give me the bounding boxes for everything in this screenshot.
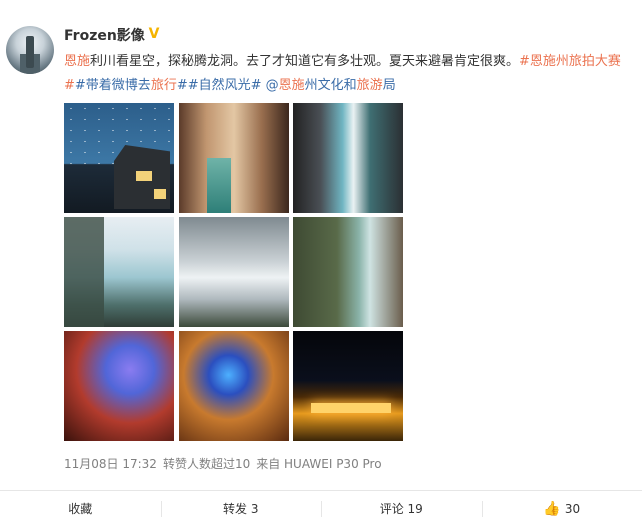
hashtag-weibo-travel-a[interactable]: #带着微博去 xyxy=(75,78,151,93)
favorite-button[interactable]: 收藏 xyxy=(0,491,161,530)
image-grid xyxy=(64,103,404,441)
lit-window xyxy=(136,171,152,181)
cave-water xyxy=(207,158,231,213)
text-body: 利川看星空，探秘腾龙洞。去了才知道它有多壮观。夏天来避暑肯定很爽。 xyxy=(90,54,520,69)
post-source: 来自 HUAWEI P30 Pro xyxy=(256,457,382,471)
text-location-link[interactable]: 恩施 xyxy=(64,54,90,69)
cave-stream-photo[interactable] xyxy=(179,103,289,213)
verified-badge-icon: V xyxy=(148,26,160,42)
colorful-cave-photo[interactable] xyxy=(64,331,174,441)
repost-label: 转发 3 xyxy=(223,502,259,516)
username-link[interactable]: Frozen影像 xyxy=(64,25,145,45)
post-meta: 11月08日 17:32 转赞人数超过10 来自 HUAWEI P30 Pro xyxy=(64,455,388,472)
favorite-label: 收藏 xyxy=(68,502,93,516)
hashtag-nature-mention[interactable]: ##自然风光# @ xyxy=(177,78,279,93)
weibo-post-card: Frozen影像 V 恩施利川看星空，探秘腾龙洞。去了才知道它有多壮观。夏天来避… xyxy=(0,0,642,530)
lit-window xyxy=(154,189,166,199)
mention-bureau[interactable]: 局 xyxy=(383,78,396,93)
mention-culture[interactable]: 州文化和 xyxy=(305,78,357,93)
comment-button[interactable]: 评论 19 xyxy=(321,491,482,530)
stage-lights xyxy=(311,403,391,413)
canyon-river-photo[interactable] xyxy=(293,103,403,213)
lit-cave-photo[interactable] xyxy=(179,331,289,441)
post-date-link[interactable]: 11月08日 17:32 xyxy=(64,457,157,471)
cloud-sea-photo[interactable] xyxy=(179,217,289,327)
action-bar: 收藏 转发 3 评论 19 👍 30 xyxy=(0,491,642,530)
like-count: 30 xyxy=(564,502,581,516)
thumbs-up-icon: 👍 xyxy=(543,501,561,517)
like-button[interactable]: 👍 30 xyxy=(481,491,642,530)
mention-tourism[interactable]: 旅游 xyxy=(357,78,383,93)
post-text: 恩施利川看星空，探秘腾龙洞。去了才知道它有多壮观。夏天来避暑肯定很爽。#恩施州旅… xyxy=(64,50,634,98)
hashtag-weibo-travel-b[interactable]: 旅行 xyxy=(151,78,177,93)
mention-enshi[interactable]: 恩施 xyxy=(279,78,305,93)
waterfall-rock xyxy=(64,217,104,327)
waterfall-photo[interactable] xyxy=(64,217,174,327)
repost-button[interactable]: 转发 3 xyxy=(160,491,322,530)
comment-label: 评论 19 xyxy=(379,502,423,516)
avatar-tower xyxy=(26,36,34,68)
gorge-river-photo[interactable] xyxy=(293,217,403,327)
user-avatar[interactable] xyxy=(6,26,54,74)
night-performance-photo[interactable] xyxy=(293,331,403,441)
forwards-note: 转赞人数超过10 xyxy=(162,457,251,471)
starry-sky-house-photo[interactable] xyxy=(64,103,174,213)
